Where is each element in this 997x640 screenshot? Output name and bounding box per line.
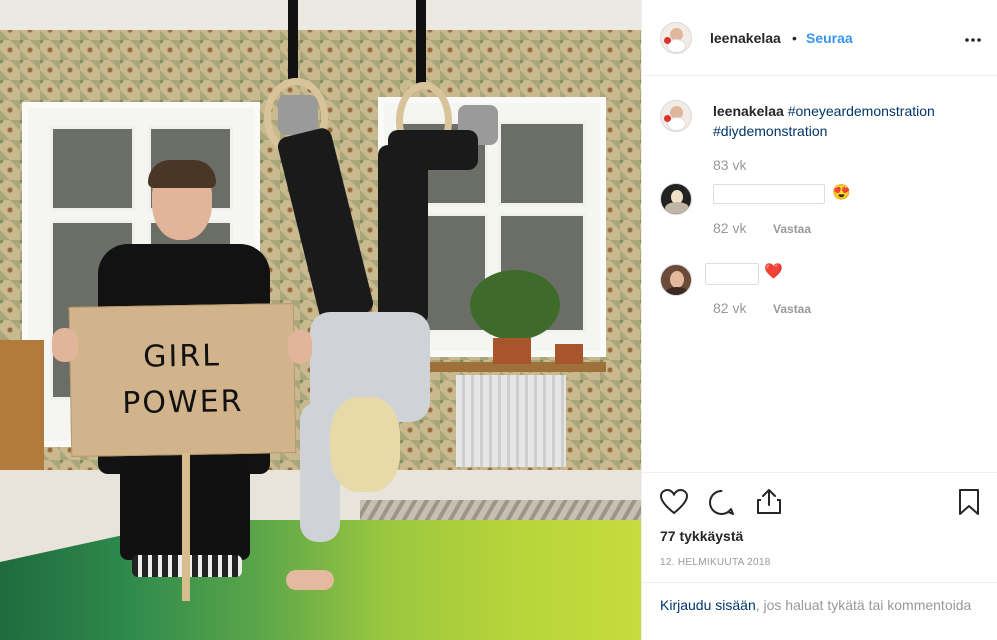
girl-power-sign: GIRL POWER: [68, 303, 297, 457]
like-heart-icon[interactable]: [659, 488, 689, 520]
caption-avatar[interactable]: [660, 100, 692, 132]
plant-pot: [493, 338, 531, 364]
caption-age[interactable]: 83 vk: [713, 157, 746, 173]
comment-age[interactable]: 82 vk: [713, 300, 746, 316]
radiator: [456, 375, 566, 467]
hashtag-link[interactable]: #diydemonstration: [713, 123, 827, 139]
child-legs: [268, 95, 498, 325]
sign-line-1: GIRL: [142, 338, 222, 375]
comment-age[interactable]: 82 vk: [713, 220, 746, 236]
ring-strap-right: [416, 0, 426, 88]
post-header: leenakelaa • Seuraa: [642, 0, 997, 76]
post-date[interactable]: 12. HELMIKUUTA 2018: [660, 557, 771, 568]
post-sidebar: leenakelaa • Seuraa leenakelaa #oneyeard…: [641, 0, 997, 640]
avatar[interactable]: [660, 22, 692, 54]
comment-emoji: ❤️: [764, 263, 783, 280]
share-icon[interactable]: [756, 487, 782, 520]
reply-button[interactable]: Vastaa: [773, 222, 811, 236]
commenter-avatar[interactable]: [660, 183, 692, 215]
sign-line-2: POWER: [122, 383, 244, 422]
login-prompt: Kirjaudu sisään, jos haluat tykätä tai k…: [642, 582, 997, 640]
post-photo[interactable]: GIRL POWER: [0, 0, 641, 640]
bookmark-icon[interactable]: [958, 488, 980, 521]
hand-right: [288, 330, 312, 364]
follow-button[interactable]: Seuraa: [806, 30, 853, 46]
ring-strap-left: [288, 0, 298, 82]
commenter-avatar[interactable]: [660, 264, 692, 296]
comment-emoji: 😍: [832, 184, 851, 201]
hashtag-link[interactable]: #oneyeardemonstration: [788, 103, 935, 119]
sign-stick: [182, 453, 190, 601]
like-count[interactable]: 77 tykkäystä: [660, 528, 743, 544]
login-link[interactable]: Kirjaudu sisään: [660, 597, 756, 613]
child-torso: [300, 312, 440, 542]
plant-pot: [555, 344, 583, 364]
caption-username[interactable]: leenakelaa: [713, 103, 784, 119]
caption: leenakelaa #oneyeardemonstration #diydem…: [713, 101, 983, 141]
header-username[interactable]: leenakelaa: [710, 30, 781, 46]
child-hand: [286, 570, 334, 590]
more-options-icon[interactable]: [964, 26, 982, 49]
reply-button[interactable]: Vastaa: [773, 302, 811, 316]
comment-username-redacted: [713, 184, 825, 204]
login-prompt-text: , jos haluat tykätä tai kommentoida: [755, 597, 972, 613]
hand-left: [52, 328, 78, 362]
comment-username-redacted: [705, 263, 759, 285]
ceiling: [0, 0, 641, 30]
header-separator: •: [792, 30, 797, 46]
comment-icon[interactable]: [708, 489, 735, 521]
